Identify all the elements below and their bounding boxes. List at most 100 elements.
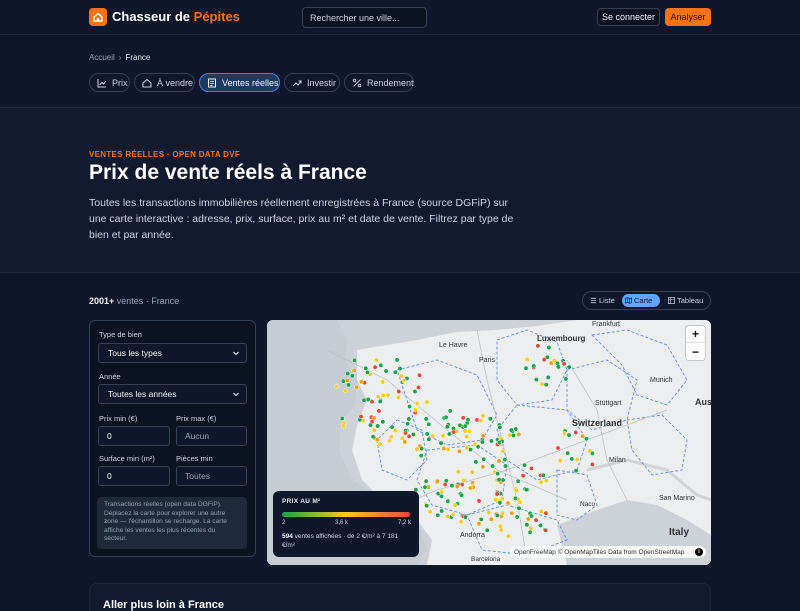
sale-point-marker[interactable] [487, 416, 493, 422]
sale-point-marker[interactable] [473, 459, 479, 465]
sale-point-marker[interactable] [399, 373, 405, 379]
sale-point-marker[interactable] [443, 414, 449, 420]
sale-point-marker[interactable] [574, 457, 580, 463]
sale-point-marker[interactable] [412, 407, 418, 413]
sale-point-marker[interactable] [467, 428, 472, 434]
sale-point-marker[interactable] [438, 440, 444, 446]
year-select[interactable]: Toutes les années [98, 384, 247, 404]
sale-point-marker[interactable] [397, 366, 403, 372]
sale-point-marker[interactable] [349, 373, 355, 379]
sale-point-marker[interactable] [509, 510, 515, 516]
sale-point-marker[interactable] [376, 408, 382, 414]
sale-point-marker[interactable] [392, 369, 398, 375]
sale-point-marker[interactable] [402, 439, 408, 445]
sale-point-marker[interactable] [524, 356, 530, 362]
sale-point-marker[interactable] [410, 431, 416, 437]
sale-point-marker[interactable] [351, 367, 357, 373]
sale-point-marker[interactable] [445, 447, 451, 452]
sale-point-marker[interactable] [498, 527, 504, 533]
sale-point-marker[interactable] [369, 399, 375, 405]
sale-point-marker[interactable] [569, 456, 575, 462]
sale-point-marker[interactable] [464, 434, 470, 440]
sale-point-marker[interactable] [460, 415, 466, 421]
sale-point-marker[interactable] [478, 418, 484, 423]
sale-point-marker[interactable] [368, 422, 373, 428]
sale-point-marker[interactable] [385, 392, 391, 398]
sale-point-marker[interactable] [468, 447, 473, 453]
sale-point-marker[interactable] [363, 365, 369, 371]
sale-point-marker[interactable] [339, 416, 345, 421]
sale-point-marker[interactable] [589, 461, 595, 467]
sale-point-marker[interactable] [551, 358, 557, 364]
sale-point-marker[interactable] [340, 423, 346, 429]
sale-point-marker[interactable] [496, 477, 502, 483]
sale-point-marker[interactable] [565, 450, 571, 456]
sale-point-marker[interactable] [561, 361, 567, 367]
sale-point-marker[interactable] [538, 522, 543, 528]
sale-point-marker[interactable] [458, 519, 464, 525]
sale-point-marker[interactable] [524, 522, 530, 528]
rooms-min-input[interactable]: Toutes [176, 466, 247, 486]
sale-point-marker[interactable] [392, 428, 398, 434]
breadcrumb-home-link[interactable]: Accueil [89, 53, 115, 62]
sale-point-marker[interactable] [563, 376, 569, 382]
sale-point-marker[interactable] [422, 484, 428, 490]
sale-point-marker[interactable] [480, 413, 486, 419]
tab-a-vendre[interactable]: À vendre [134, 73, 195, 92]
sale-point-marker[interactable] [573, 468, 579, 474]
sale-point-marker[interactable] [479, 439, 485, 445]
sale-point-marker[interactable] [543, 510, 549, 516]
sale-point-marker[interactable] [493, 497, 499, 503]
sale-point-marker[interactable] [523, 365, 529, 371]
zoom-out-button[interactable]: − [686, 343, 705, 360]
sale-point-marker[interactable] [375, 423, 381, 429]
map-attribution[interactable]: OpenFreeMap © OpenMapTiles Data from Ope… [510, 546, 706, 558]
city-search-input[interactable] [302, 7, 427, 28]
sale-point-marker[interactable] [389, 424, 395, 430]
sale-point-marker[interactable] [514, 487, 519, 493]
sale-point-marker[interactable] [358, 379, 364, 385]
sale-point-marker[interactable] [414, 401, 420, 406]
sale-point-marker[interactable] [546, 345, 552, 350]
sale-point-marker[interactable] [417, 372, 422, 378]
sale-point-marker[interactable] [495, 471, 501, 477]
sale-point-marker[interactable] [452, 502, 458, 508]
sale-point-marker[interactable] [342, 388, 348, 394]
sale-point-marker[interactable] [380, 392, 386, 398]
sale-point-marker[interactable] [462, 428, 468, 434]
view-mode-liste[interactable]: Liste [587, 294, 621, 307]
sale-point-marker[interactable] [528, 525, 534, 531]
login-button[interactable]: Se connecter [597, 8, 660, 26]
analyze-button[interactable]: Analyser [665, 8, 711, 26]
tab-rendement[interactable]: Rendement [344, 73, 414, 92]
sale-point-marker[interactable] [480, 464, 486, 470]
sale-point-marker[interactable] [371, 415, 377, 421]
sale-point-marker[interactable] [557, 458, 563, 464]
sale-point-marker[interactable] [531, 363, 537, 369]
sale-point-marker[interactable] [517, 499, 523, 505]
sale-point-marker[interactable] [489, 438, 494, 444]
sale-point-marker[interactable] [529, 465, 534, 471]
sale-point-marker[interactable] [505, 533, 511, 539]
sale-point-marker[interactable] [457, 422, 463, 428]
sale-point-marker[interactable] [377, 399, 383, 404]
sale-point-marker[interactable] [447, 408, 453, 414]
price-max-input[interactable]: Aucun [176, 426, 247, 446]
sale-point-marker[interactable] [424, 431, 430, 437]
sale-point-marker[interactable] [449, 483, 455, 489]
sale-point-marker[interactable] [444, 513, 450, 519]
sale-point-marker[interactable] [566, 364, 572, 370]
sale-point-marker[interactable] [439, 489, 445, 495]
sale-point-marker[interactable] [515, 478, 521, 484]
sale-point-marker[interactable] [508, 427, 514, 433]
sale-point-marker[interactable] [511, 432, 516, 438]
sale-point-marker[interactable] [496, 440, 502, 445]
sale-point-marker[interactable] [476, 521, 482, 527]
sale-point-marker[interactable] [370, 434, 376, 440]
sale-point-marker[interactable] [523, 487, 529, 493]
sale-point-marker[interactable] [361, 397, 367, 403]
sale-point-marker[interactable] [446, 431, 452, 437]
sale-point-marker[interactable] [514, 514, 520, 520]
sale-point-marker[interactable] [423, 478, 429, 484]
sale-point-marker[interactable] [456, 448, 462, 454]
